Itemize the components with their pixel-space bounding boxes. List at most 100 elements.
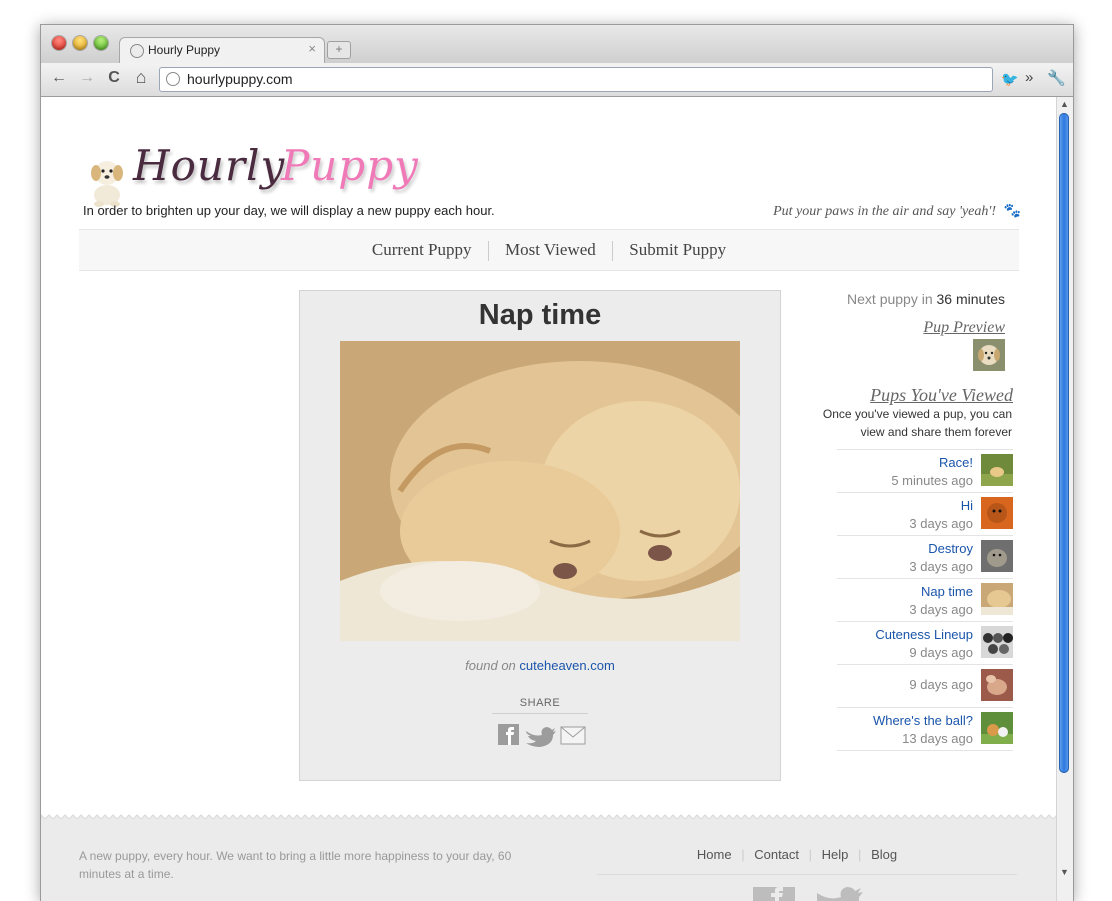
wrench-menu-icon[interactable]: 🔧 [1047,69,1066,87]
viewed-pup-thumbnail[interactable] [981,712,1013,744]
photo-source: found on cuteheaven.com [300,658,780,673]
viewed-pup-time: 3 days ago [909,602,973,617]
footer-description: A new puppy, every hour. We want to brin… [79,849,512,881]
viewed-pup-name[interactable]: Cuteness Lineup [875,627,973,642]
viewed-pup-name[interactable]: Where's the ball? [873,713,973,728]
twitter-extension-icon[interactable]: 🐦 [1001,71,1018,88]
tab-close-button[interactable]: × [308,41,316,56]
logo-hourly-text[interactable]: Hourly [133,141,285,190]
globe-icon [166,72,180,86]
page-content: Hourly Puppy In order to brighten up you… [41,97,1057,901]
photo-source-link[interactable]: cuteheaven.com [519,658,614,673]
viewed-pup-thumbnail[interactable] [981,626,1013,658]
current-puppy-panel: Nap time found on cuteheaven.com SHARE [299,290,781,781]
zoom-window-button[interactable] [94,36,108,50]
pups-viewed-description: Once you've viewed a pup, you can view a… [801,405,1012,441]
viewed-pup-time: 5 minutes ago [891,473,973,488]
puppy-title: Nap time [478,299,602,331]
browser-window: Hourly Puppy × + ← → C ⌂ hourlypuppy.com… [40,24,1074,901]
footer-link-contact[interactable]: Contact [754,847,799,862]
share-icons [498,724,586,747]
next-puppy-countdown: Next puppy in 36 minutes [801,291,1005,307]
site-tagline: In order to brighten up your day, we wil… [83,203,495,218]
main-nav: Current Puppy Most Viewed Submit Puppy [79,229,1019,271]
vertical-scrollbar[interactable]: ▲ ▼ [1056,97,1073,901]
list-item[interactable]: Cuteness Lineup 9 days ago [837,621,1013,664]
home-button[interactable]: ⌂ [131,67,151,88]
list-item[interactable]: 9 days ago [837,664,1013,707]
pups-viewed-description-line: Once you've viewed a pup, you can [822,407,1012,421]
list-item[interactable]: Destroy 3 days ago [837,535,1013,578]
list-item[interactable]: Where's the ball? 13 days ago [837,707,1013,751]
footer-divider: | [808,847,813,862]
viewed-pup-time: 13 days ago [902,731,973,746]
page-footer: A new puppy, every hour. We want to brin… [41,819,1057,901]
footer-link-home[interactable]: Home [697,847,732,862]
nav-divider [612,241,614,262]
footer-links: Home | Contact | Help | Blog [597,847,997,862]
twitter-icon[interactable] [817,887,863,901]
viewed-pup-name[interactable]: Hi [961,498,973,513]
new-tab-button[interactable]: + [327,41,351,59]
viewed-pup-thumbnail[interactable] [981,497,1013,529]
pup-preview-thumbnail[interactable] [973,339,1005,371]
viewed-pup-time: 9 days ago [909,645,973,660]
scroll-down-arrow[interactable]: ▼ [1060,867,1069,877]
list-item[interactable]: Race! 5 minutes ago [837,449,1013,492]
logo-puppy-text[interactable]: Puppy [281,141,419,190]
close-window-button[interactable] [52,36,66,50]
globe-icon [130,44,144,58]
minimize-window-button[interactable] [73,36,87,50]
nav-most-viewed[interactable]: Most Viewed [505,240,596,259]
next-puppy-time: 36 minutes [936,291,1005,307]
share-label: SHARE [519,697,561,709]
email-share-icon[interactable] [560,726,586,745]
footer-divider: | [741,847,745,862]
found-on-label: found on [465,658,516,673]
tab-title: Hourly Puppy [148,43,221,57]
footer-link-help[interactable]: Help [822,847,849,862]
address-bar-url[interactable]: hourlypuppy.com [187,71,293,87]
viewed-pup-name[interactable]: Nap time [921,584,973,599]
pup-preview-link[interactable]: Pup Preview [801,319,1005,337]
footer-divider: | [858,847,862,862]
list-item[interactable]: Hi 3 days ago [837,492,1013,535]
footer-link-blog[interactable]: Blog [871,847,897,862]
puppy-logo-image [91,161,123,207]
browser-tab[interactable]: Hourly Puppy × [119,37,325,64]
paw-icon: 🐾 [1003,204,1021,219]
nav-current-puppy[interactable]: Current Puppy [372,240,472,259]
facebook-share-icon[interactable] [498,724,519,745]
puppy-photo[interactable] [340,341,740,641]
forward-button[interactable]: → [77,69,97,87]
browser-toolbar: ← → C ⌂ hourlypuppy.com 🐦 » 🔧 [41,63,1073,97]
motto-text: Put your paws in the air and say 'yeah'! [773,204,997,219]
nav-submit-puppy[interactable]: Submit Puppy [629,240,726,259]
twitter-share-icon[interactable] [526,727,556,747]
extensions-overflow-button[interactable]: » [1025,69,1033,86]
viewed-pup-time: 3 days ago [909,559,973,574]
pups-viewed-heading[interactable]: Pups You've Viewed [801,385,1013,406]
viewed-pup-time: 3 days ago [909,516,973,531]
address-bar[interactable]: hourlypuppy.com [159,67,993,92]
reload-button[interactable]: C [104,69,124,87]
back-button[interactable]: ← [49,69,69,87]
viewed-pup-thumbnail[interactable] [981,669,1013,701]
scrollbar-thumb[interactable] [1059,113,1069,773]
viewed-pup-name[interactable]: Destroy [928,541,973,556]
viewed-pups-list: Race! 5 minutes ago Hi 3 days ago Destro… [837,449,1013,751]
footer-social-icons [753,887,863,901]
footer-divider-line [597,874,1017,875]
next-puppy-label: Next puppy in [847,291,933,307]
viewed-pup-thumbnail[interactable] [981,454,1013,486]
viewed-pup-thumbnail[interactable] [981,583,1013,615]
share-divider [492,713,588,714]
list-item[interactable]: Nap time 3 days ago [837,578,1013,621]
site-motto: Put your paws in the air and say 'yeah'!… [773,203,1021,220]
viewed-pup-name[interactable]: Race! [939,455,973,470]
browser-titlebar: Hourly Puppy × + [41,25,1073,64]
viewed-pup-time: 9 days ago [909,677,973,692]
viewed-pup-thumbnail[interactable] [981,540,1013,572]
facebook-icon[interactable] [753,887,795,901]
scroll-up-arrow[interactable]: ▲ [1060,99,1069,109]
